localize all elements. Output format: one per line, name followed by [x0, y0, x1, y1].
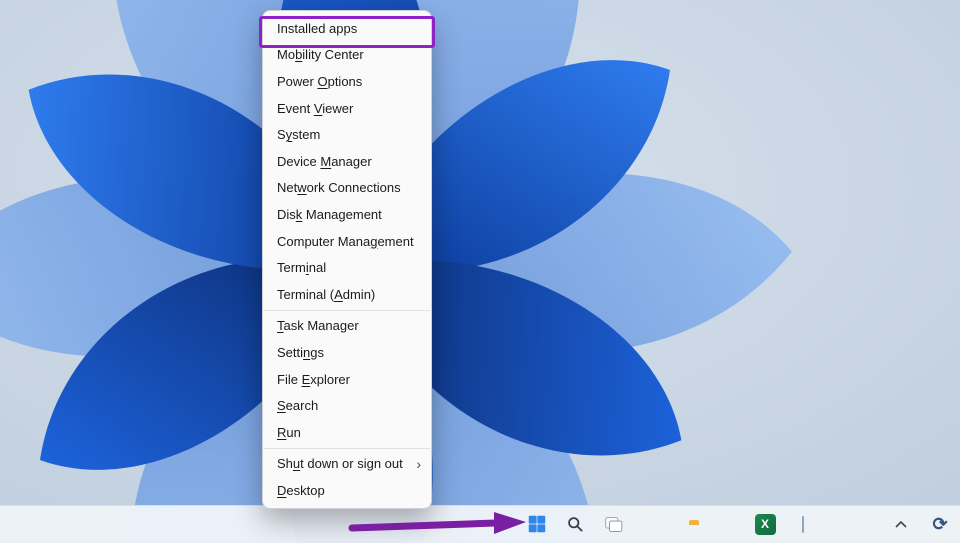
app-window-icon — [802, 517, 804, 532]
menu-item-label: Desktop — [277, 483, 325, 498]
menu-item-label: Computer Management — [277, 234, 414, 249]
excel-icon: X — [755, 514, 776, 535]
menu-separator — [264, 310, 430, 311]
search-taskbar-button[interactable] — [560, 509, 590, 539]
menu-item-label: Installed apps — [277, 21, 357, 36]
menu-item-label: Search — [277, 398, 318, 413]
menu-item-disk-management[interactable]: Disk Management — [263, 201, 431, 228]
excel-taskbar-button[interactable]: X — [750, 509, 780, 539]
app-window-taskbar-button[interactable] — [788, 509, 818, 539]
menu-item-label: Terminal (Admin) — [277, 287, 375, 302]
menu-item-system[interactable]: System — [263, 121, 431, 148]
menu-item-label: Shut down or sign out — [277, 456, 403, 471]
wallpaper-bloom-image — [0, 0, 960, 543]
menu-item-label: Device Manager — [277, 154, 372, 169]
chevron-up-icon — [894, 519, 908, 529]
menu-item-run[interactable]: Run — [263, 419, 431, 446]
menu-item-label: Task Manager — [277, 318, 359, 333]
menu-item-file-explorer[interactable]: File Explorer — [263, 366, 431, 393]
menu-item-label: System — [277, 127, 320, 142]
menu-item-label: Run — [277, 425, 301, 440]
menu-item-installed-apps[interactable]: Installed apps — [263, 15, 431, 42]
menu-item-event-viewer[interactable]: Event Viewer — [263, 95, 431, 122]
menu-item-device-manager[interactable]: Device Manager — [263, 148, 431, 175]
menu-item-power-options[interactable]: Power Options — [263, 68, 431, 95]
search-icon — [565, 514, 585, 534]
task-view-icon — [603, 514, 624, 535]
menu-item-label: Mobility Center — [277, 47, 364, 62]
task-view-taskbar-button[interactable] — [598, 509, 628, 539]
menu-item-desktop[interactable]: Desktop — [263, 477, 431, 504]
desktop: Installed apps Mobility Center Power Optio… — [0, 0, 960, 543]
tray-chevron-up-button[interactable] — [886, 509, 916, 539]
menu-item-label: Network Connections — [277, 180, 401, 195]
menu-item-search[interactable]: Search — [263, 392, 431, 419]
menu-item-label: Event Viewer — [277, 101, 353, 116]
menu-item-label: Disk Management — [277, 207, 382, 222]
menu-item-shut-down-or-sign-out[interactable]: Shut down or sign out › — [263, 451, 431, 478]
submenu-chevron-icon: › — [416, 457, 421, 471]
menu-item-label: File Explorer — [277, 372, 350, 387]
menu-item-label: Terminal — [277, 260, 326, 275]
start-taskbar-button[interactable] — [522, 509, 552, 539]
taskbar: X ⟳ — [0, 505, 960, 543]
menu-item-label: Power Options — [277, 74, 362, 89]
menu-item-computer-management[interactable]: Computer Management — [263, 228, 431, 255]
menu-separator — [264, 448, 430, 449]
menu-item-terminal[interactable]: Terminal — [263, 254, 431, 281]
menu-item-settings[interactable]: Settings — [263, 339, 431, 366]
menu-item-mobility-center[interactable]: Mobility Center — [263, 42, 431, 69]
taskbar-icon-group: X — [522, 509, 818, 539]
menu-item-label: Settings — [277, 345, 324, 360]
winx-menu-list: Installed apps Mobility Center Power Optio… — [263, 15, 431, 504]
chrome-taskbar-button[interactable] — [636, 509, 666, 539]
tray-refresh-button[interactable]: ⟳ — [925, 509, 955, 539]
winx-menu: Installed apps Mobility Center Power Optio… — [262, 10, 432, 509]
menu-item-terminal-admin[interactable]: Terminal (Admin) — [263, 281, 431, 308]
start-icon — [526, 513, 548, 535]
menu-item-network-connections[interactable]: Network Connections — [263, 175, 431, 202]
taskbar-tray: ⟳ — [886, 509, 955, 539]
refresh-icon: ⟳ — [932, 515, 947, 533]
opera-taskbar-button[interactable] — [712, 509, 742, 539]
file-explorer-taskbar-button[interactable] — [674, 509, 704, 539]
menu-item-task-manager[interactable]: Task Manager — [263, 313, 431, 340]
